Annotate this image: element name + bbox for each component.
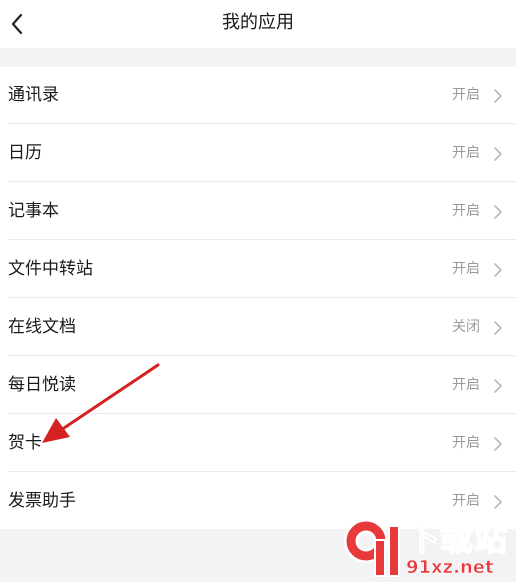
status-text: 开启 — [452, 377, 480, 393]
divider — [8, 355, 516, 356]
divider — [8, 181, 516, 182]
app-name: 通讯录 — [8, 85, 59, 105]
divider — [8, 413, 516, 414]
chevron-right-icon — [494, 205, 502, 219]
divider — [8, 239, 516, 240]
app-name: 文件中转站 — [8, 259, 93, 279]
app-name: 记事本 — [8, 201, 59, 221]
app-name: 在线文档 — [8, 317, 76, 337]
status-text: 关闭 — [452, 319, 480, 335]
divider — [8, 123, 516, 124]
chevron-right-icon — [494, 263, 502, 277]
app-name: 日历 — [8, 143, 42, 163]
watermark-text: 下载站 — [405, 519, 508, 558]
list-item-calendar[interactable]: 日历 开启 — [0, 125, 516, 182]
app-name: 发票助手 — [8, 491, 76, 511]
chevron-right-icon — [494, 495, 502, 509]
list-item-greeting-card[interactable]: 贺卡 开启 — [0, 415, 516, 472]
watermark-domain: 91xz.net — [406, 557, 494, 579]
chevron-right-icon — [494, 379, 502, 393]
chevron-right-icon — [494, 89, 502, 103]
app-header: 我的应用 — [0, 0, 516, 48]
app-list: 通讯录 开启 日历 开启 记事本 开启 文件中转站 开启 在线文档 关闭 每日悦… — [0, 67, 516, 529]
app-name: 贺卡 — [8, 433, 42, 453]
list-item-notepad[interactable]: 记事本 开启 — [0, 183, 516, 240]
list-item-daily-reading[interactable]: 每日悦读 开启 — [0, 357, 516, 414]
list-item-file-transfer[interactable]: 文件中转站 开启 — [0, 241, 516, 298]
app-name: 每日悦读 — [8, 375, 76, 395]
status-text: 开启 — [452, 435, 480, 451]
list-item-contacts[interactable]: 通讯录 开启 — [0, 67, 516, 124]
status-text: 开启 — [452, 87, 480, 103]
chevron-right-icon — [494, 147, 502, 161]
list-item-online-docs[interactable]: 在线文档 关闭 — [0, 299, 516, 356]
watermark: 下载站 91xz.net — [344, 519, 514, 581]
watermark-logo-icon — [344, 521, 400, 577]
chevron-right-icon — [494, 437, 502, 451]
status-text: 开启 — [452, 261, 480, 277]
page-title: 我的应用 — [222, 12, 294, 33]
chevron-right-icon — [494, 321, 502, 335]
divider — [8, 297, 516, 298]
status-text: 开启 — [452, 145, 480, 161]
divider — [8, 471, 516, 472]
status-text: 开启 — [452, 203, 480, 219]
